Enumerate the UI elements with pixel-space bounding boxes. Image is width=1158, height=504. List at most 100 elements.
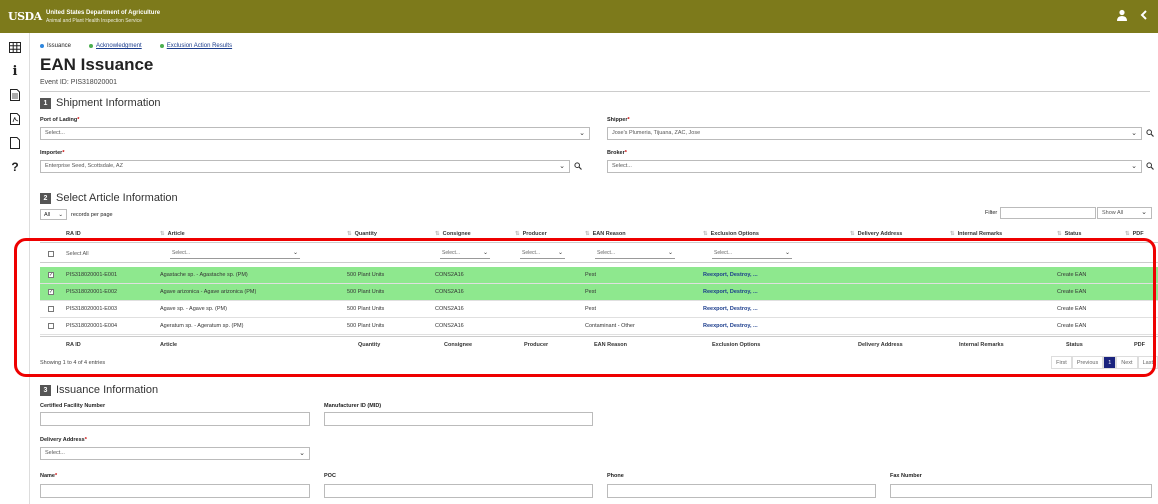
page-last-button[interactable]: Last [1137, 356, 1158, 369]
info-glyph: i [12, 63, 18, 79]
col-quantity[interactable]: ⇅ Quantity [347, 231, 377, 237]
delivery-address-select[interactable]: Select... ⌄ [40, 447, 310, 460]
page-previous-button[interactable]: Previous [1071, 356, 1104, 369]
row-ean-reason: Pest [585, 272, 597, 278]
row-checkbox[interactable]: ✓ [48, 272, 54, 278]
row-status[interactable]: Create EAN [1057, 289, 1086, 295]
exclusion-filter-select[interactable]: Select... ⌄ [712, 250, 792, 259]
col-producer[interactable]: ⇅ Producer [515, 231, 547, 237]
producer-filter-select[interactable]: Select... ⌄ [520, 250, 565, 259]
page-title: EAN Issuance [40, 55, 154, 74]
col-ra-id[interactable]: RA ID [66, 231, 81, 237]
col-consignee[interactable]: ⇅ Consignee [435, 231, 471, 237]
foot-exclusion-options: Exclusion Options [712, 342, 761, 348]
foot-producer: Producer [524, 342, 549, 348]
row-exclusion-link[interactable]: Reexport, Destroy, ... [703, 289, 758, 295]
certified-facility-input[interactable] [40, 412, 310, 426]
foot-ean-reason: EAN Reason [594, 342, 628, 348]
page-next-button[interactable]: Next [1116, 356, 1138, 369]
col-status[interactable]: ⇅ Status [1057, 231, 1081, 237]
row-ean-reason: Contaminant - Other [585, 323, 635, 329]
table-row[interactable]: ✓ PIS318020001-E002 Agave arizonica - Ag… [40, 284, 1158, 301]
row-checkbox[interactable] [48, 306, 54, 312]
section-title: Select Article Information [56, 192, 178, 204]
fax-input[interactable] [890, 484, 1152, 498]
records-per-page: All ⌄ records per page [40, 209, 113, 220]
col-pdf[interactable]: ⇅ PDF [1125, 231, 1144, 237]
chevron-down-icon: ⌄ [482, 249, 488, 256]
manufacturer-id-input[interactable] [324, 412, 593, 426]
poc-label: POC [324, 473, 336, 479]
chevron-down-icon: ⌄ [557, 249, 563, 256]
info-icon[interactable]: i [0, 59, 30, 83]
importer-select[interactable]: Enterprise Seed, Scottsdale, AZ ⌄ [40, 160, 570, 173]
file-icon[interactable] [0, 131, 30, 155]
table-row[interactable]: PIS318020001-E004 Ageratum sp. - Ageratu… [40, 318, 1158, 335]
chevron-down-icon: ⌄ [1141, 209, 1147, 216]
breadcrumb-acknowledgment[interactable]: Acknowledgment [89, 43, 142, 49]
row-exclusion-link[interactable]: Reexport, Destroy, ... [703, 323, 758, 329]
table-footer-header: RA ID Article Quantity Consignee Produce… [40, 336, 1158, 353]
table-row[interactable]: PIS318020001-E003 Agave sp. - Agave sp. … [40, 301, 1158, 318]
pdf-icon[interactable] [0, 107, 30, 131]
row-exclusion-link[interactable]: Reexport, Destroy, ... [703, 272, 758, 278]
event-id: Event ID: PIS318020001 [40, 79, 118, 86]
row-status[interactable]: Create EAN [1057, 272, 1086, 278]
filter-input[interactable] [1000, 207, 1096, 219]
help-icon[interactable]: ? [0, 155, 30, 179]
shipper-select[interactable]: Jose's Plumeria, Tijuana, ZAC, Jose ⌄ [607, 127, 1142, 140]
step-dot-icon [159, 44, 164, 48]
shipper-search-icon[interactable] [1146, 129, 1154, 139]
broker-select[interactable]: Select... ⌄ [607, 160, 1142, 173]
importer-search-icon[interactable] [574, 162, 582, 172]
row-checkbox[interactable]: ✓ [48, 289, 54, 295]
col-internal-remarks[interactable]: ⇅ Internal Remarks [950, 231, 1002, 237]
row-exclusion-link[interactable]: Reexport, Destroy, ... [703, 306, 758, 312]
col-delivery-address[interactable]: ⇅ Delivery Address [850, 231, 902, 237]
name-input[interactable] [40, 484, 310, 498]
row-ra-id: PIS318020001-E003 [66, 306, 118, 312]
main-content: Issuance Acknowledgment Exclusion Action… [30, 33, 1158, 504]
records-per-page-label: records per page [71, 211, 113, 218]
col-article[interactable]: ⇅ Article [160, 231, 185, 237]
section-issuance-header: 3 Issuance Information [40, 384, 158, 396]
breadcrumb-exclusion-results[interactable]: Exclusion Action Results [159, 43, 233, 49]
collapse-icon[interactable] [1140, 10, 1148, 22]
page-first-button[interactable]: First [1051, 356, 1072, 369]
filter-label: Filter [985, 210, 998, 216]
port-of-lading-select[interactable]: Select... ⌄ [40, 127, 590, 140]
grid-icon[interactable] [0, 35, 30, 59]
broker-search-icon[interactable] [1146, 162, 1154, 172]
select-all-label: Select All [66, 251, 89, 257]
usda-logo: USDA [8, 9, 42, 23]
breadcrumb-label: Exclusion Action Results [166, 43, 233, 49]
row-ra-id: PIS318020001-E004 [66, 323, 118, 329]
row-checkbox[interactable] [48, 323, 54, 329]
agency-line-2: Animal and Plant Health Inspection Servi… [46, 17, 142, 24]
row-ean-reason: Pest [585, 289, 597, 295]
article-filter-select[interactable]: Select... ⌄ [170, 250, 300, 259]
col-exclusion-options[interactable]: ⇅ Exclusion Options [703, 231, 759, 237]
row-article: Ageratum sp. - Ageratum sp. (PM) [160, 323, 244, 329]
phone-input[interactable] [607, 484, 876, 498]
foot-article: Article [160, 342, 178, 348]
agency-name: United States Department of Agriculture … [46, 9, 160, 25]
row-status[interactable]: Create EAN [1057, 323, 1086, 329]
consignee-filter-select[interactable]: Select... ⌄ [440, 250, 490, 259]
ean-reason-filter-select[interactable]: Select... ⌄ [595, 250, 675, 259]
user-icon[interactable] [1116, 9, 1128, 23]
foot-pdf: PDF [1134, 342, 1145, 348]
document-icon[interactable] [0, 83, 30, 107]
select-all-checkbox[interactable] [48, 251, 54, 257]
table-row[interactable]: ✓ PIS318020001-E001 Agastache sp. - Agas… [40, 267, 1158, 284]
section-title: Issuance Information [56, 384, 159, 396]
poc-input[interactable] [324, 484, 593, 498]
row-status[interactable]: Create EAN [1057, 306, 1086, 312]
section-shipment-header: 1 Shipment Information [40, 97, 161, 109]
records-per-page-select[interactable]: All ⌄ [40, 209, 67, 220]
show-all-select[interactable]: Show All ⌄ [1097, 207, 1152, 219]
shipper-label: Shipper* [607, 117, 630, 123]
page-1-button[interactable]: 1 [1103, 356, 1117, 369]
breadcrumb-issuance[interactable]: Issuance [40, 43, 71, 49]
col-ean-reason[interactable]: ⇅ EAN Reason [585, 231, 626, 237]
